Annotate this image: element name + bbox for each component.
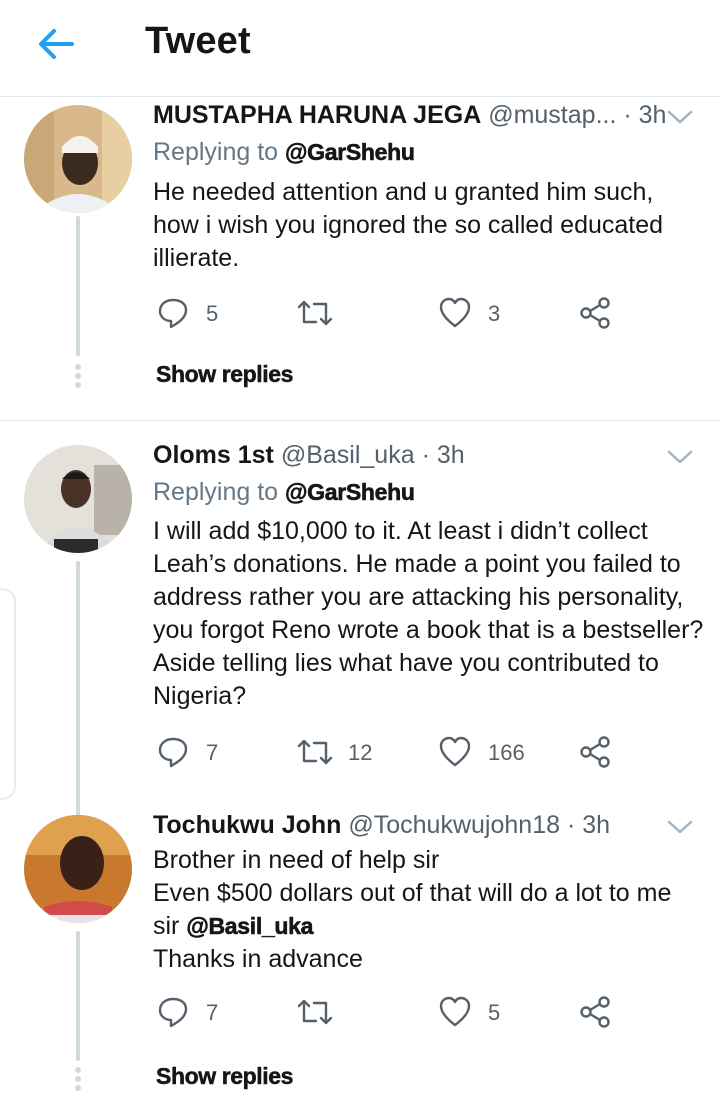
avatar[interactable] — [24, 105, 132, 213]
reply-icon — [158, 737, 188, 768]
chevron-down-icon[interactable] — [666, 818, 694, 836]
thread-line — [76, 216, 80, 356]
timestamp: · 3h — [623, 101, 667, 129]
reply-icon — [158, 997, 188, 1028]
thread-line — [76, 561, 80, 823]
like-icon — [439, 297, 471, 328]
tweet-text: Brother in need of help sir Even $500 do… — [153, 846, 672, 973]
tweet-header: Tochukwu John @Tochukwujohn18 · 3h — [153, 811, 610, 840]
timestamp: · 3h — [421, 441, 465, 469]
tweet-text: He needed attention and u granted him su… — [153, 178, 664, 272]
share-icon — [580, 996, 610, 1028]
tweet-actions: 5 3 — [0, 294, 720, 334]
replying-to: Replying to @GarShehu — [153, 478, 415, 507]
reply-icon — [158, 298, 188, 329]
chevron-down-icon[interactable] — [666, 448, 694, 466]
show-replies-link[interactable]: Show replies — [156, 361, 294, 388]
mention-link[interactable]: @Basil_uka — [186, 913, 314, 940]
display-name[interactable]: Tochukwu John — [153, 811, 341, 839]
retweet-icon — [297, 999, 333, 1025]
avatar[interactable] — [24, 445, 132, 553]
display-name[interactable]: MUSTAPHA HARUNA JEGA — [153, 101, 481, 129]
edge-panel-handle[interactable] — [0, 588, 16, 800]
tweet-header: MUSTAPHA HARUNA JEGA @mustap... · 3h — [153, 101, 666, 130]
replying-to-label: Replying to — [153, 478, 279, 506]
tweet-header: Oloms 1st @Basil_uka · 3h — [153, 441, 465, 470]
tweet-1[interactable]: MUSTAPHA HARUNA JEGA @mustap... · 3h Rep… — [0, 96, 720, 420]
avatar[interactable] — [24, 815, 132, 923]
user-handle[interactable]: @mustap... — [488, 101, 616, 129]
user-handle[interactable]: @Tochukwujohn18 — [348, 811, 560, 839]
tweet-3[interactable]: Tochukwu John @Tochukwujohn18 · 3h Broth… — [0, 801, 720, 1115]
share-icon — [580, 736, 610, 768]
like-icon — [439, 736, 471, 767]
share-icon — [580, 297, 610, 329]
replying-to-label: Replying to — [153, 138, 279, 166]
page-title: Tweet — [145, 20, 251, 62]
show-replies-link[interactable]: Show replies — [156, 1063, 294, 1090]
tweet-actions: 7 12 166 — [0, 733, 720, 773]
user-handle[interactable]: @Basil_uka — [281, 441, 415, 469]
tweet-2[interactable]: Oloms 1st @Basil_uka · 3h Replying to @G… — [0, 421, 720, 823]
tweet-text: I will add $10,000 to it. At least i did… — [153, 517, 704, 710]
tweet-actions: 7 5 — [0, 993, 720, 1033]
retweet-icon — [297, 300, 333, 326]
replying-to: Replying to @GarShehu — [153, 138, 415, 167]
top-bar: Tweet — [0, 0, 720, 97]
chevron-down-icon[interactable] — [666, 108, 694, 126]
back-arrow-icon[interactable] — [36, 26, 76, 62]
mention-link[interactable]: @GarShehu — [285, 479, 416, 506]
like-icon — [439, 996, 471, 1027]
timestamp: · 3h — [566, 811, 611, 839]
retweet-icon — [297, 739, 333, 765]
display-name[interactable]: Oloms 1st — [153, 441, 274, 469]
mention-link[interactable]: @GarShehu — [285, 139, 416, 166]
